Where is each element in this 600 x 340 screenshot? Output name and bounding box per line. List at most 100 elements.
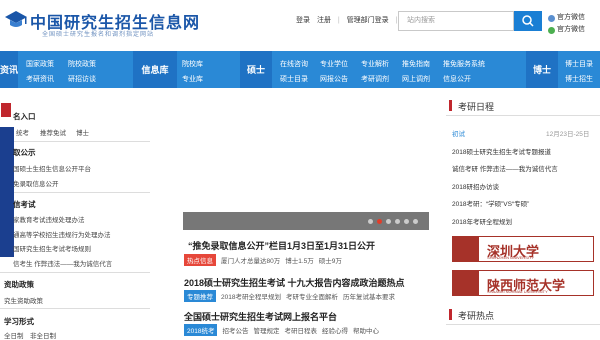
social-links: 官方微信 官方微信 xyxy=(548,12,585,36)
divider xyxy=(0,272,150,273)
carousel-dot-active[interactable] xyxy=(377,219,382,224)
nav-col-7: 推免指南 网上调剂 xyxy=(402,57,430,87)
carousel-dot[interactable] xyxy=(404,219,409,224)
calendar-link[interactable]: 诚信考研 作弊违法——我为诚信代言 xyxy=(452,163,558,173)
carousel-caption-bar xyxy=(183,212,429,230)
badge-seal xyxy=(1,103,11,117)
sidebar-link[interactable]: 国硕士生招生信息公开平台 xyxy=(13,163,91,173)
calendar-link[interactable]: 2018考研：“学硕”VS“专硕” xyxy=(452,198,529,208)
image-carousel[interactable] xyxy=(183,100,429,230)
divider: | xyxy=(337,17,340,24)
news-link[interactable]: 招考公告 xyxy=(222,325,248,335)
news-link[interactable]: 2018考研全程早规划 xyxy=(221,291,281,301)
sidebar-link[interactable]: 家教育考试违规处理办法 xyxy=(13,214,85,224)
nav-national-policy[interactable]: 国家政策 xyxy=(26,57,54,72)
logo-subtitle: 全国硕士研究生报名和调剂指定网站 xyxy=(42,32,155,38)
calendar-link[interactable]: 2018年考研全程规划 xyxy=(452,216,512,226)
university-ad-shaanxi[interactable]: 陕西师范大学 SHAANXI NORMAL UNIVERSITY xyxy=(452,270,594,296)
nav-head-news[interactable]: 资讯 xyxy=(0,51,18,88)
sidebar-section-title: 信考试 xyxy=(13,200,36,209)
news-link[interactable]: 博士1.5万 xyxy=(285,255,314,265)
sidebar-link[interactable]: 推荐免试 xyxy=(40,127,66,137)
official-weibo-link[interactable]: 官方微信 xyxy=(548,12,585,24)
nav-col-6: 专业解析 考研调剂 xyxy=(361,57,389,87)
nav-head-database[interactable]: 信息库 xyxy=(133,51,177,88)
sidebar-link[interactable]: 究生资助政策 xyxy=(4,295,43,305)
sidebar-link[interactable]: 免录取信息公开 xyxy=(13,178,59,188)
nav-col-5: 专业学位 网报公告 xyxy=(320,57,348,87)
sidebar-link[interactable]: 信考生 作弊违法——我为诚信代言 xyxy=(13,258,112,268)
nav-school-db[interactable]: 院校库 xyxy=(182,57,203,72)
news-headline[interactable]: 2018硕士研究生招生考试 十九大报告内容成政治题热点 xyxy=(184,276,405,289)
news-link[interactable]: 厦门人才总量达80万 xyxy=(221,255,280,265)
nav-registration-notice[interactable]: 网报公告 xyxy=(320,72,348,87)
search-icon xyxy=(522,15,534,27)
calendar-item-label[interactable]: 初试 xyxy=(452,128,465,138)
nav-major-db[interactable]: 专业库 xyxy=(182,72,203,87)
news-link[interactable]: 帮助中心 xyxy=(353,325,379,335)
nav-professional-degree[interactable]: 专业学位 xyxy=(320,57,348,72)
news-headline[interactable]: “推免录取信息公开”栏目1月3日至1月31日公开 xyxy=(188,239,375,252)
calendar-item-date: 12月23日-25日 xyxy=(546,131,590,138)
carousel-dot[interactable] xyxy=(386,219,391,224)
section-marker xyxy=(449,309,452,320)
sidebar-link[interactable]: 国研究生招生考试考场规则 xyxy=(13,243,91,253)
sidebar-link[interactable]: 博士 xyxy=(76,127,89,137)
nav-recommend-system[interactable]: 推免服务系统 xyxy=(443,57,485,72)
carousel-dot[interactable] xyxy=(413,219,418,224)
search-button[interactable] xyxy=(514,11,542,31)
nav-head-master[interactable]: 硕士 xyxy=(240,51,272,88)
news-link[interactable]: 硕士9万 xyxy=(319,255,342,265)
section-marker xyxy=(449,100,452,111)
sidebar-link[interactable]: 全日制 xyxy=(4,330,24,340)
admin-login-link[interactable]: 管理部门登录 xyxy=(347,17,389,24)
register-link[interactable]: 注册 xyxy=(317,17,331,24)
nav-doctor-admission[interactable]: 博士招生 xyxy=(565,72,593,87)
nav-col-9: 博士目录 博士招生 xyxy=(565,57,593,87)
news-links: 热点信息 厦门人才总量达80万 博士1.5万 硕士9万 xyxy=(184,254,342,266)
news-link[interactable]: 考研专业全面解析 xyxy=(286,291,338,301)
carousel-dot[interactable] xyxy=(368,219,373,224)
university-emblem xyxy=(453,271,479,295)
wechat-icon xyxy=(548,26,555,34)
sidebar-link[interactable]: 通高等学校招生违规行为处理办法 xyxy=(13,229,111,239)
sidebar-link[interactable]: 非全日制 xyxy=(30,330,56,340)
hot-topics-title: 考研热点 xyxy=(458,311,495,321)
weibo-icon xyxy=(548,14,555,22)
nav-interview[interactable]: 研招访谈 xyxy=(68,72,96,87)
nav-exam-news[interactable]: 考研资讯 xyxy=(26,72,54,87)
nav-adjustment[interactable]: 考研调剂 xyxy=(361,72,389,87)
carousel-dot[interactable] xyxy=(395,219,400,224)
nav-info-disclosure[interactable]: 信息公开 xyxy=(443,72,485,87)
main-nav: 资讯 国家政策 考研资讯 院校政策 研招访谈 信息库 院校库 专业库 硕士 在线… xyxy=(0,51,600,88)
university-ad-shenzhen[interactable]: 深圳大学 SHENZHEN UNIVERSITY xyxy=(452,236,594,262)
news-link[interactable]: 经验心得 xyxy=(322,325,348,335)
sidebar-section-title: 名入口 xyxy=(13,112,36,121)
news-tag: 2018统考 xyxy=(184,324,218,336)
nav-school-policy[interactable]: 院校政策 xyxy=(68,57,96,72)
side-banner[interactable] xyxy=(0,127,14,257)
nav-master-catalog[interactable]: 硕士目录 xyxy=(280,72,308,87)
search-input[interactable]: 站内搜索 xyxy=(398,11,514,31)
sidebar-link[interactable]: 统考 xyxy=(16,127,29,137)
news-links: 专题推荐 2018考研全程早规划 考研专业全面解析 历年复试基本要求 xyxy=(184,290,395,302)
news-link[interactable]: 考研日程表 xyxy=(284,325,317,335)
nav-recommend-guide[interactable]: 推免指南 xyxy=(402,57,430,72)
nav-col-1: 国家政策 考研资讯 xyxy=(26,57,54,87)
sidebar-section-title: 取公示 xyxy=(13,148,36,157)
login-link[interactable]: 登录 xyxy=(296,17,310,24)
nav-head-doctor[interactable]: 博士 xyxy=(526,51,558,88)
calendar-link[interactable]: 2018硕士研究生招生考试专题报道 xyxy=(452,146,551,156)
news-link[interactable]: 管理规定 xyxy=(253,325,279,335)
site-logo[interactable]: 中国研究生招生信息网 全国硕士研究生报名和调剂指定网站 xyxy=(4,6,199,38)
nav-major-analysis[interactable]: 专业解析 xyxy=(361,57,389,72)
nav-online-consult[interactable]: 在线咨询 xyxy=(280,57,308,72)
official-wechat-link[interactable]: 官方微信 xyxy=(548,24,585,36)
nav-online-adjustment[interactable]: 网上调剂 xyxy=(402,72,430,87)
calendar-link[interactable]: 2018研招办访谈 xyxy=(452,181,499,191)
nav-doctor-catalog[interactable]: 博士目录 xyxy=(565,57,593,72)
news-link[interactable]: 历年复试基本要求 xyxy=(343,291,395,301)
university-sub: SHENZHEN UNIVERSITY xyxy=(487,255,535,260)
site-header: 中国研究生招生信息网 全国硕士研究生报名和调剂指定网站 登录 注册 | 管理部门… xyxy=(0,0,600,42)
news-headline[interactable]: 全国硕士研究生招生考试网上报名平台 xyxy=(184,310,337,323)
